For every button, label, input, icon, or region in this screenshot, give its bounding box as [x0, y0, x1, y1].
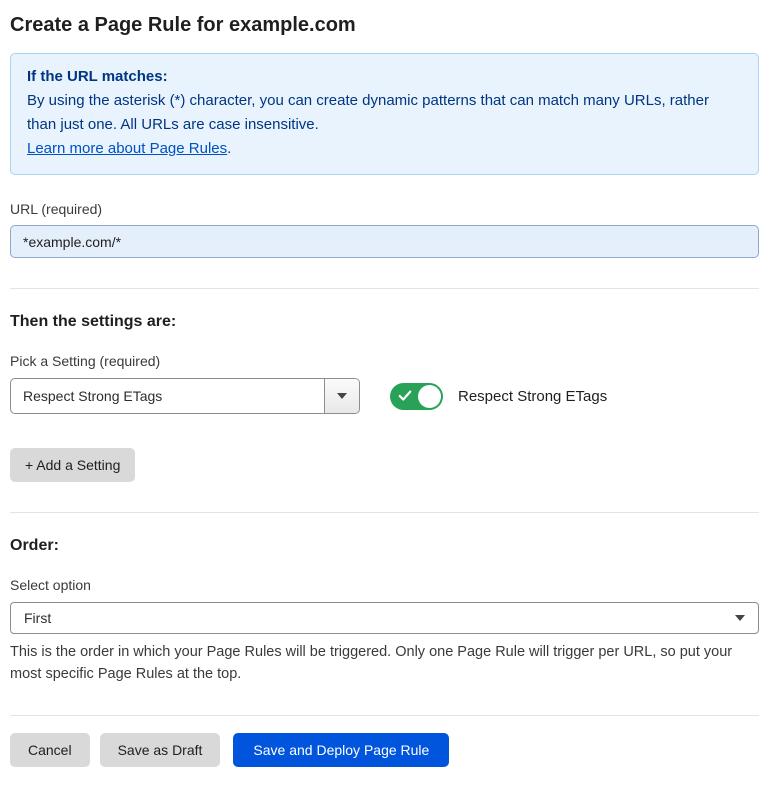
chevron-down-icon	[735, 615, 745, 621]
divider	[10, 512, 759, 513]
order-section-heading: Order:	[10, 537, 759, 555]
cancel-button[interactable]: Cancel	[10, 733, 90, 767]
order-select[interactable]: First	[10, 602, 759, 634]
page-title: Create a Page Rule for example.com	[10, 14, 759, 37]
page-rule-form: Create a Page Rule for example.com If th…	[0, 0, 769, 787]
chevron-down-icon	[337, 393, 347, 399]
learn-more-link[interactable]: Learn more about Page Rules	[27, 140, 227, 157]
check-icon	[398, 389, 412, 403]
add-setting-button[interactable]: + Add a Setting	[10, 448, 135, 482]
divider	[10, 288, 759, 289]
settings-section-heading: Then the settings are:	[10, 313, 759, 331]
order-select-value: First	[24, 610, 51, 626]
info-box-link-line: Learn more about Page Rules.	[27, 137, 742, 161]
setting-select[interactable]: Respect Strong ETags	[10, 378, 360, 414]
toggle-knob	[418, 385, 441, 408]
etags-toggle-label: Respect Strong ETags	[458, 388, 607, 405]
setting-picker-label: Pick a Setting (required)	[10, 353, 759, 369]
setting-row: Respect Strong ETags Respect Strong ETag…	[10, 378, 759, 414]
order-help-text: This is the order in which your Page Rul…	[10, 641, 759, 685]
url-input[interactable]	[10, 225, 759, 258]
save-and-deploy-button[interactable]: Save and Deploy Page Rule	[233, 733, 449, 767]
url-match-info-box: If the URL matches: By using the asteris…	[10, 53, 759, 175]
link-suffix: .	[227, 140, 231, 157]
url-field-label: URL (required)	[10, 201, 759, 217]
info-box-heading: If the URL matches:	[27, 65, 742, 89]
etags-toggle-group: Respect Strong ETags	[390, 383, 607, 410]
info-box-body: By using the asterisk (*) character, you…	[27, 89, 742, 137]
action-buttons-row: Cancel Save as Draft Save and Deploy Pag…	[10, 733, 759, 767]
setting-select-value: Respect Strong ETags	[11, 379, 324, 413]
divider	[10, 715, 759, 716]
order-select-label: Select option	[10, 577, 759, 593]
etags-toggle[interactable]	[390, 383, 443, 410]
setting-select-arrow-button[interactable]	[324, 379, 359, 413]
save-as-draft-button[interactable]: Save as Draft	[100, 733, 221, 767]
